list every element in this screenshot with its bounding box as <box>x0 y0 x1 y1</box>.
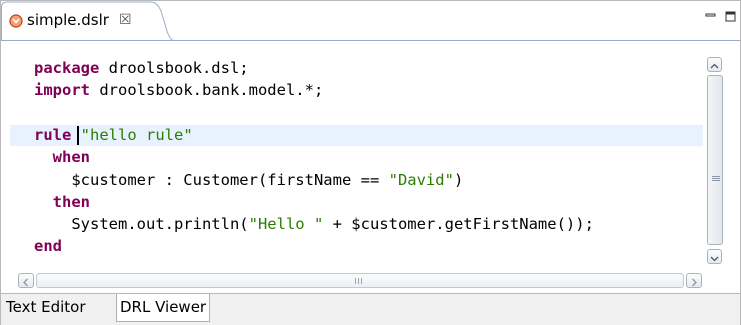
scroll-down-button[interactable] <box>707 249 722 264</box>
tab-simple-dslr[interactable]: simple.dslr ☒ <box>1 1 173 41</box>
code-keyword: when <box>34 148 90 167</box>
code-line: end <box>34 236 62 257</box>
code-string: "Hello " <box>248 215 324 234</box>
chevron-up-icon <box>710 63 719 69</box>
code-line: $customer : Customer(firstName == "David… <box>34 170 463 191</box>
chevron-left-icon <box>23 278 28 287</box>
grip-icon <box>355 278 362 284</box>
code-text: System.out.println( <box>34 215 249 234</box>
horizontal-scrollbar[interactable] <box>18 273 704 289</box>
scroll-up-button[interactable] <box>707 57 722 72</box>
editor-page-tabs: Text Editor DRL Viewer <box>1 293 740 325</box>
vertical-scrollbar[interactable] <box>706 51 724 269</box>
code-text: $customer : Customer(firstName == <box>34 170 389 189</box>
scroll-right-button[interactable] <box>686 273 702 288</box>
scroll-left-button[interactable] <box>18 273 34 288</box>
close-tab-icon[interactable]: ☒ <box>119 11 132 29</box>
chevron-down-icon <box>710 256 719 262</box>
code-text: + $customer.getFirstName()); <box>323 215 594 234</box>
code-line: when <box>34 147 90 168</box>
code-string: "hello rule" <box>80 125 193 144</box>
chevron-right-icon <box>692 278 697 287</box>
code-line: rule "hello rule" <box>34 125 193 146</box>
code-keyword: end <box>34 237 62 256</box>
code-text: ) <box>453 170 464 189</box>
code-keyword: import <box>34 81 90 100</box>
tab-title: simple.dslr <box>27 11 109 29</box>
vertical-scroll-thumb[interactable] <box>707 75 723 245</box>
code-line: System.out.println("Hello " + $customer.… <box>34 214 594 235</box>
code-text: droolsbook.bank.model.*; <box>90 81 324 100</box>
grip-icon <box>712 176 720 181</box>
code-keyword: then <box>34 192 90 211</box>
code-text: droolsbook.dsl; <box>99 59 249 77</box>
tab-text-editor[interactable]: Text Editor <box>3 294 89 322</box>
code-keyword: package <box>34 59 100 77</box>
tab-drl-viewer[interactable]: DRL Viewer <box>116 294 211 322</box>
code-line: then <box>34 192 90 213</box>
code-string: "David" <box>388 170 454 189</box>
code-line: import droolsbook.bank.model.*; <box>34 80 323 101</box>
horizontal-scroll-thumb[interactable] <box>36 273 684 288</box>
maximize-icon[interactable] <box>725 11 736 22</box>
code-keyword: rule <box>34 125 72 144</box>
minimize-icon[interactable] <box>705 11 716 22</box>
text-caret <box>77 126 79 145</box>
code-line: package droolsbook.dsl; <box>34 58 249 79</box>
tab-strip: simple.dslr ☒ <box>1 1 740 41</box>
drools-file-icon <box>9 13 23 29</box>
editor-window: simple.dslr ☒ package droolsbook.dsl; imp… <box>0 0 741 325</box>
tab-underline <box>1 40 740 41</box>
